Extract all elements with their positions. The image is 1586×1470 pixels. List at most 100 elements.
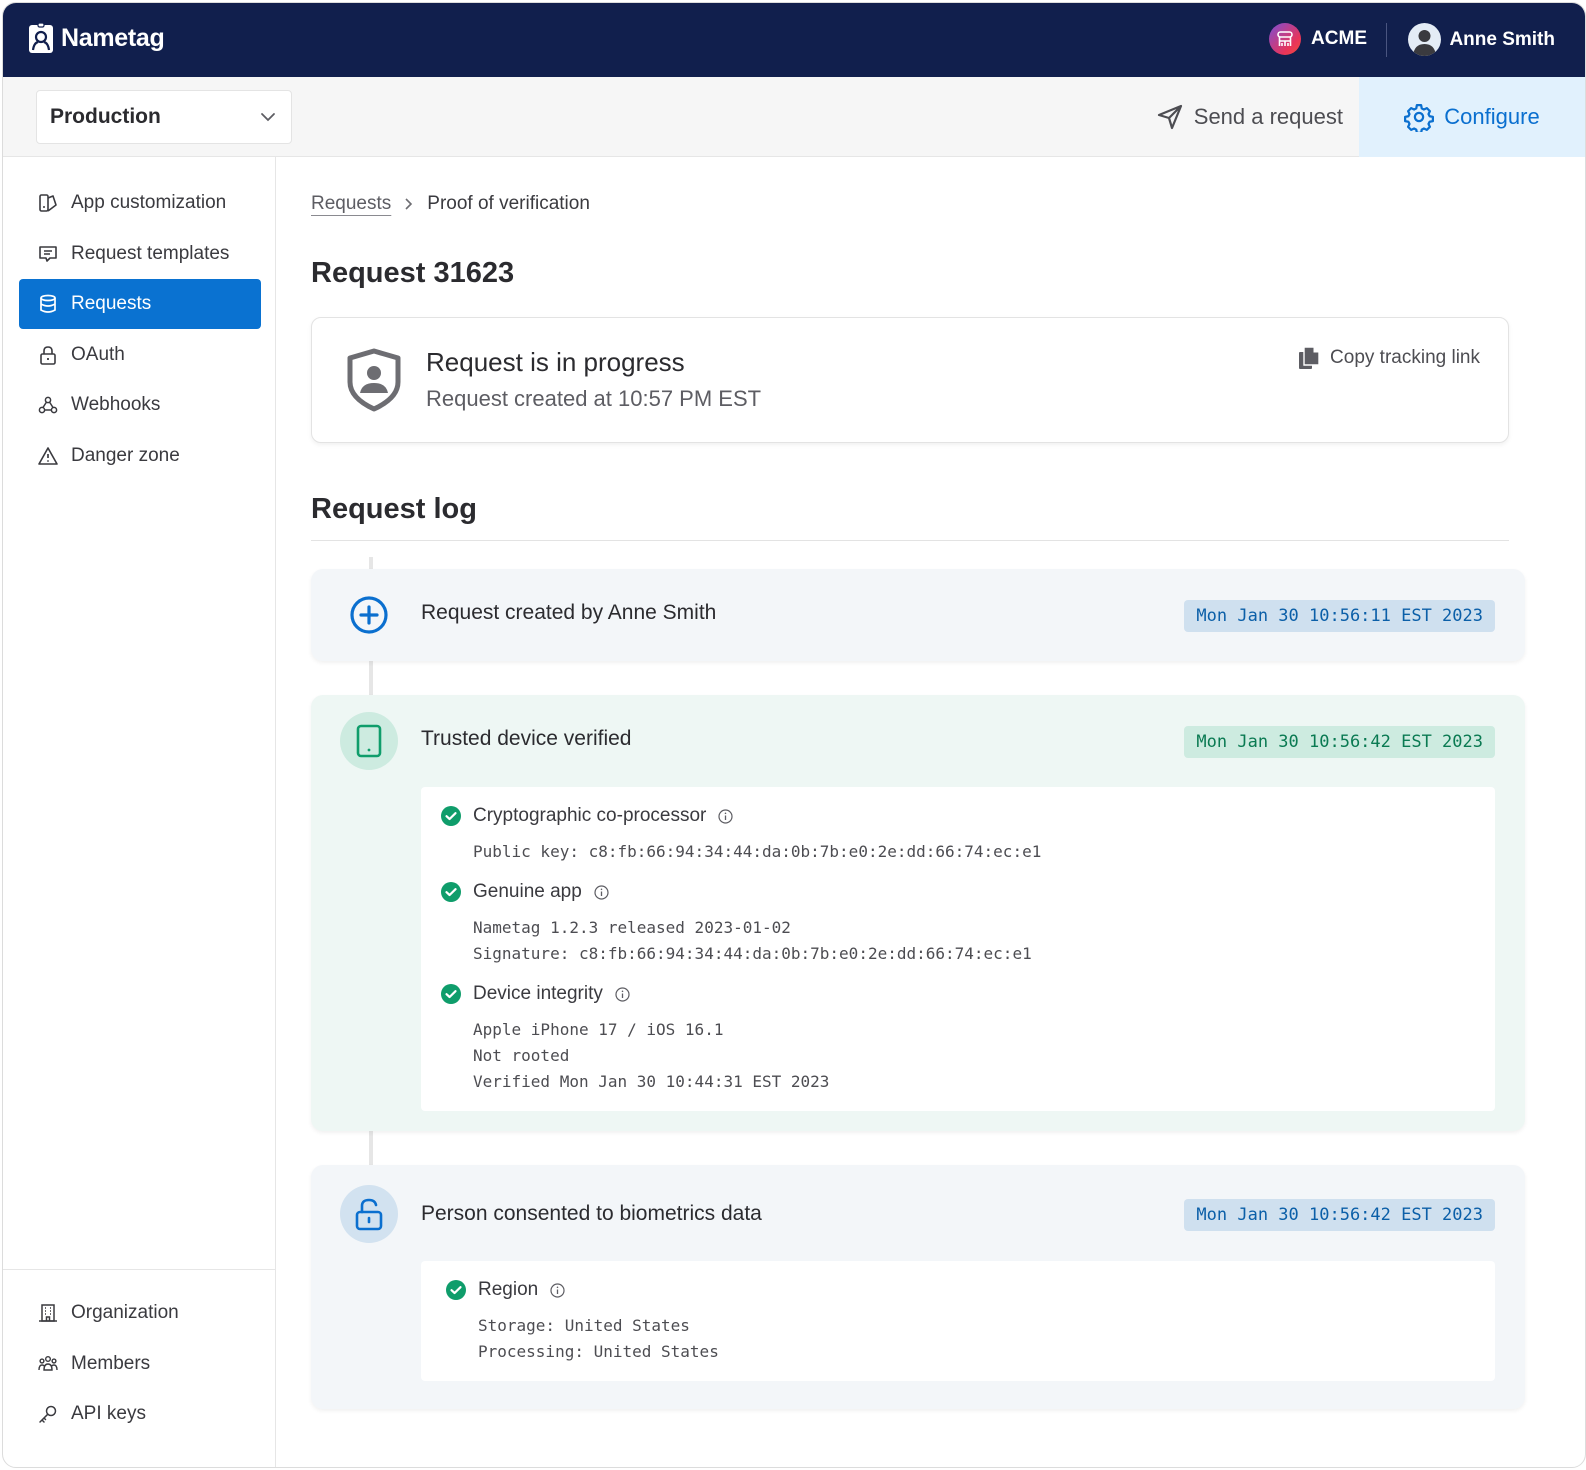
check-details: Storage: United States Processing: Unite…: [478, 1313, 1475, 1365]
environment-select[interactable]: Production: [36, 90, 292, 144]
log-entry-icon: [340, 586, 398, 644]
log-entry-header: Request created by Anne Smith Mon Jan 30…: [311, 569, 1525, 661]
check-label: Region: [478, 1279, 539, 1300]
detail-line: Nametag 1.2.3 released 2023-01-02: [473, 918, 791, 937]
users-icon: [38, 1355, 58, 1371]
sidebar-item-label: Danger zone: [71, 444, 180, 466]
shield-user-icon: [347, 348, 401, 412]
sidebar-nav: App customization Request templates Requ…: [19, 178, 261, 481]
warning-triangle-icon: [38, 446, 58, 465]
plus-circle-icon: [350, 596, 388, 634]
sidebar-item-organization[interactable]: Organization: [19, 1288, 261, 1338]
chevron-right-icon: [405, 198, 413, 210]
webhook-icon: [38, 396, 58, 414]
sidebar-item-request-templates[interactable]: Request templates: [19, 229, 261, 279]
sidebar-item-app-customization[interactable]: App customization: [19, 178, 261, 228]
send-request-label: Send a request: [1193, 104, 1343, 129]
check-circle-icon: [441, 882, 461, 902]
detail-line: Signature: c8:fb:66:94:34:44:da:0b:7b:e0…: [473, 944, 1032, 963]
user-menu[interactable]: Anne Smith: [1408, 23, 1555, 56]
check-label: Cryptographic co-processor: [473, 805, 707, 826]
log-entry: Trusted device verified Mon Jan 30 10:56…: [311, 695, 1525, 1131]
sidebar-item-members[interactable]: Members: [19, 1339, 261, 1389]
message-square-icon: [39, 245, 57, 262]
configure-label: Configure: [1444, 104, 1540, 129]
log-entry-text: Trusted device verified: [421, 727, 632, 750]
palette-icon: [39, 194, 57, 212]
sidebar-item-label: Members: [71, 1352, 151, 1374]
copy-tracking-link-button[interactable]: Copy tracking link: [1298, 346, 1480, 370]
header-divider: [1386, 23, 1387, 57]
consent-details: Region Storage: United States Processing…: [421, 1261, 1495, 1381]
org-avatar: [1269, 23, 1302, 55]
org-switcher[interactable]: ACME: [1269, 23, 1367, 55]
copy-icon: [1299, 346, 1320, 369]
log-entry-timestamp: Mon Jan 30 10:56:11 EST 2023: [1184, 600, 1495, 632]
check-circle-icon: [446, 1280, 466, 1300]
sidebar-bottom-nav: Organization Members API keys: [3, 1269, 275, 1440]
configure-button[interactable]: Configure: [1359, 77, 1585, 157]
detail-line: Apple iPhone 17 / iOS 16.1: [473, 1020, 724, 1039]
info-icon[interactable]: [594, 884, 609, 900]
info-icon[interactable]: [718, 808, 733, 824]
top-nav-bar: Nametag ACME Anne Smith: [3, 3, 1585, 77]
check-details: Nametag 1.2.3 released 2023-01-02 Signat…: [473, 915, 1475, 967]
environment-value: Production: [50, 105, 161, 128]
log-entry-timestamp: Mon Jan 30 10:56:42 EST 2023: [1184, 726, 1495, 758]
check-region: Region: [446, 1277, 1475, 1303]
user-avatar: [1408, 23, 1442, 56]
sidebar-item-oauth[interactable]: OAuth: [19, 330, 261, 380]
environment-bar: Production Send a request Configure: [3, 77, 1585, 157]
user-icon: [1413, 30, 1437, 56]
log-entry-timestamp: Mon Jan 30 10:56:42 EST 2023: [1184, 1199, 1495, 1231]
breadcrumb: Requests Proof of verification: [311, 193, 590, 215]
request-log-title: Request log: [311, 493, 477, 525]
sidebar-item-danger-zone[interactable]: Danger zone: [19, 431, 261, 481]
sidebar: App customization Request templates Requ…: [3, 157, 276, 1467]
store-icon: [1277, 31, 1293, 46]
detail-line: Verified Mon Jan 30 10:44:31 EST 2023: [473, 1072, 830, 1091]
app-logo[interactable]: Nametag: [29, 23, 165, 53]
sidebar-item-label: API keys: [71, 1403, 146, 1424]
info-icon[interactable]: [550, 1282, 565, 1298]
sidebar-item-label: Requests: [71, 293, 152, 314]
sidebar-item-label: Request templates: [71, 242, 230, 264]
check-label: Device integrity: [473, 983, 603, 1004]
app-name: Nametag: [61, 23, 165, 52]
log-divider: [311, 540, 1509, 541]
copy-tracking-link-label: Copy tracking link: [1330, 347, 1480, 368]
breadcrumb-current: Proof of verification: [427, 193, 590, 214]
check-details: Apple iPhone 17 / iOS 16.1 Not rooted Ve…: [473, 1017, 1475, 1095]
page-title: Request 31623: [311, 257, 515, 289]
status-title: Request is in progress: [426, 347, 685, 377]
sidebar-item-label: App customization: [71, 192, 227, 213]
key-icon: [39, 1405, 57, 1423]
check-cryptographic-coprocessor: Cryptographic co-processor: [441, 803, 1475, 829]
phone-icon: [356, 724, 382, 758]
user-name: Anne Smith: [1449, 28, 1555, 50]
building-icon: [39, 1304, 57, 1322]
send-request-button[interactable]: Send a request: [1156, 77, 1343, 157]
check-device-integrity: Device integrity: [441, 981, 1475, 1007]
app-window: Nametag ACME Anne Smith Production Send …: [2, 2, 1586, 1468]
sidebar-item-requests[interactable]: Requests: [19, 279, 261, 329]
log-entry: Request created by Anne Smith Mon Jan 30…: [311, 569, 1525, 661]
detail-line: Processing: United States: [478, 1342, 719, 1361]
gear-icon: [1404, 104, 1435, 132]
log-entry-text: Person consented to biometrics data: [421, 1202, 762, 1225]
log-entry: Person consented to biometrics data Mon …: [311, 1165, 1525, 1409]
breadcrumb-requests-link[interactable]: Requests: [311, 193, 391, 215]
check-details: Public key: c8:fb:66:94:34:44:da:0b:7b:e…: [473, 839, 1475, 865]
check-circle-icon: [441, 984, 461, 1004]
detail-line: Storage: United States: [478, 1316, 690, 1335]
log-entry-header: Person consented to biometrics data Mon …: [311, 1165, 1525, 1261]
check-circle-icon: [441, 806, 461, 826]
log-entry-header: Trusted device verified Mon Jan 30 10:56…: [311, 695, 1525, 787]
unlock-icon: [355, 1198, 383, 1231]
sidebar-item-webhooks[interactable]: Webhooks: [19, 380, 261, 430]
info-icon[interactable]: [615, 986, 630, 1002]
sidebar-item-api-keys[interactable]: API keys: [19, 1389, 261, 1439]
send-icon: [1157, 104, 1182, 130]
database-icon: [40, 294, 56, 313]
sidebar-item-label: Webhooks: [71, 394, 161, 415]
